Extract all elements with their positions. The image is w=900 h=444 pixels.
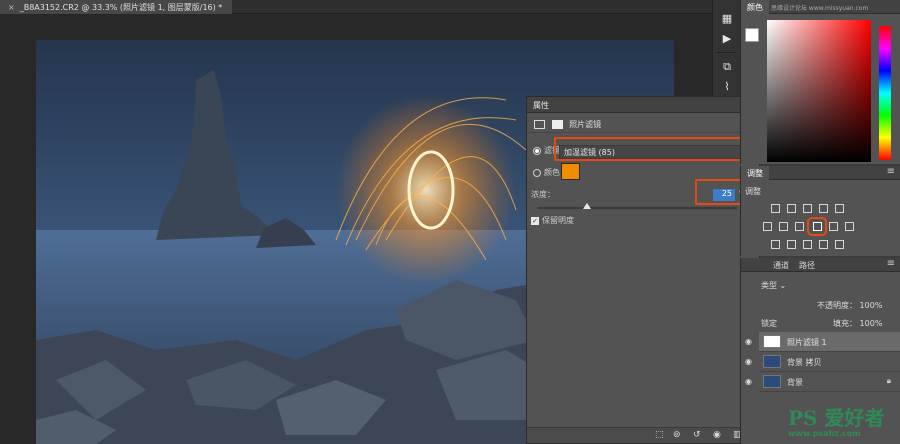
- fill-label: 填充：: [833, 319, 857, 328]
- layers-menu-icon[interactable]: ≡: [887, 258, 895, 269]
- invert-icon[interactable]: [771, 240, 780, 249]
- color-picker-field[interactable]: [767, 20, 871, 162]
- hue-saturation-icon[interactable]: [763, 222, 772, 231]
- levels-icon[interactable]: [787, 204, 796, 213]
- layers-panel-tabs: 通道 路径 ≡: [741, 258, 900, 272]
- layer-name: 照片滤镜 1: [787, 338, 827, 347]
- layer-thumbnail: [763, 375, 781, 388]
- eye-icon[interactable]: ◉: [745, 337, 752, 346]
- opacity-field[interactable]: 不透明度： 100%: [817, 300, 882, 311]
- filter-highlight: [554, 137, 750, 161]
- lock-label: 锁定: [761, 319, 777, 328]
- eye-icon[interactable]: ◉: [745, 357, 752, 366]
- lock-row: 锁定: [761, 318, 777, 329]
- opacity-value[interactable]: 100%: [860, 301, 883, 310]
- density-label: 浓度：: [531, 190, 555, 199]
- preserve-luminosity-row: ✓ 保留明度: [527, 215, 759, 229]
- preserve-luminosity-label: 保留明度: [542, 216, 574, 225]
- tab-paths[interactable]: 路径: [793, 258, 821, 272]
- adjustment-title-row: 照片滤镜: [527, 113, 759, 133]
- document-tab-bar: × _B8A3152.CR2 @ 33.3% (照片滤镜 1, 图层蒙版/16) …: [0, 0, 712, 14]
- photo-filter-icon: [534, 120, 545, 129]
- color-lookup-icon[interactable]: [845, 222, 854, 231]
- preserve-luminosity-checkbox[interactable]: ✓: [531, 216, 539, 225]
- properties-panel-header: 属性 ≡: [527, 97, 759, 113]
- adjustments-panel: 调整 ≡ 调整: [740, 166, 900, 256]
- adjustment-title: 照片滤镜: [569, 120, 602, 129]
- properties-footer: ⬚ ⊚ ↺ ◉ ▥: [527, 427, 759, 443]
- fill-value[interactable]: 100%: [860, 319, 883, 328]
- brightness-icon[interactable]: [771, 204, 780, 213]
- close-tab-icon[interactable]: ×: [8, 3, 15, 12]
- selective-color-icon[interactable]: [819, 240, 828, 249]
- layer-comps-icon[interactable]: ⧉: [718, 58, 736, 76]
- missyuan-watermark: 思缘设计论坛 www.missyuan.com: [771, 5, 869, 12]
- tab-channels[interactable]: 通道: [767, 258, 795, 272]
- fill-field[interactable]: 填充： 100%: [833, 318, 882, 329]
- opacity-label: 不透明度：: [817, 301, 857, 310]
- layer-row[interactable]: ◉ 背景 拷贝: [745, 352, 900, 372]
- black-white-icon[interactable]: [795, 222, 804, 231]
- document-tab-title: _B8A3152.CR2 @ 33.3% (照片滤镜 1, 图层蒙版/16) *: [19, 3, 223, 12]
- reset-icon[interactable]: ↺: [693, 430, 701, 440]
- tab-color[interactable]: 颜色: [741, 0, 769, 14]
- layer-mask-thumbnail: [763, 335, 781, 348]
- gradient-map-icon[interactable]: [835, 240, 844, 249]
- adjustments-menu-icon[interactable]: ≡: [887, 166, 895, 177]
- adjustments-add-label: 调整: [745, 187, 761, 196]
- history-icon[interactable]: ▦: [718, 10, 736, 28]
- channel-mixer-icon[interactable]: [829, 222, 838, 231]
- layer-thumbnail: [763, 355, 781, 368]
- kind-label: 类型: [761, 281, 777, 290]
- layer-name: 背景: [787, 378, 803, 387]
- properties-panel: 属性 ≡ 照片滤镜 滤镜： 加温滤镜 (85) ⌄ 颜色： 浓度： 25 % ✓…: [526, 96, 769, 444]
- visibility-icon[interactable]: ◉: [713, 430, 721, 440]
- vibrance-icon[interactable]: [835, 204, 844, 213]
- color-radio[interactable]: [533, 168, 541, 177]
- eye-icon[interactable]: ◉: [745, 377, 752, 386]
- layer-name: 背景 拷贝: [787, 358, 822, 367]
- glyph-icon[interactable]: ⌇: [718, 78, 736, 96]
- document-tab[interactable]: × _B8A3152.CR2 @ 33.3% (照片滤镜 1, 图层蒙版/16) …: [0, 0, 232, 14]
- layer-row[interactable]: ◉ 背景 🔒︎: [745, 372, 900, 392]
- properties-tab[interactable]: 属性: [533, 101, 549, 110]
- density-highlight: [695, 179, 746, 205]
- color-balance-icon[interactable]: [779, 222, 788, 231]
- filter-radio[interactable]: [533, 146, 541, 155]
- psahz-watermark: PS 爱好者 www.psahz.com: [788, 402, 900, 444]
- view-previous-icon[interactable]: ⊚: [673, 430, 681, 440]
- foreground-color[interactable]: [745, 28, 759, 42]
- color-panel-tabs: 颜色 思缘设计论坛 www.missyuan.com: [741, 0, 900, 14]
- posterize-icon[interactable]: [787, 240, 796, 249]
- clip-to-layer-icon[interactable]: ⬚: [655, 430, 664, 440]
- tab-adjustments[interactable]: 调整: [741, 166, 769, 180]
- color-panel: 颜色 思缘设计论坛 www.missyuan.com: [740, 0, 900, 164]
- play-icon[interactable]: ▶: [718, 30, 736, 48]
- hue-slider[interactable]: [879, 26, 891, 160]
- watermark-url: www.psahz.com: [788, 429, 861, 438]
- layer-mask-icon[interactable]: [551, 120, 563, 129]
- adjustments-panel-tabs: 调整 ≡: [741, 166, 900, 180]
- lock-icon: 🔒︎: [886, 376, 891, 385]
- layer-row[interactable]: ◉ 照片滤镜 1: [745, 332, 900, 352]
- photo-filter-highlight: [807, 217, 827, 236]
- color-swatch[interactable]: [561, 163, 580, 180]
- exposure-icon[interactable]: [819, 204, 828, 213]
- density-slider-thumb[interactable]: [583, 203, 591, 209]
- curves-icon[interactable]: [803, 204, 812, 213]
- threshold-icon[interactable]: [803, 240, 812, 249]
- watermark-logo: PS 爱好者: [788, 406, 885, 430]
- kind-filter[interactable]: 类型 ⌄: [761, 280, 786, 291]
- density-slider-track[interactable]: [537, 207, 737, 209]
